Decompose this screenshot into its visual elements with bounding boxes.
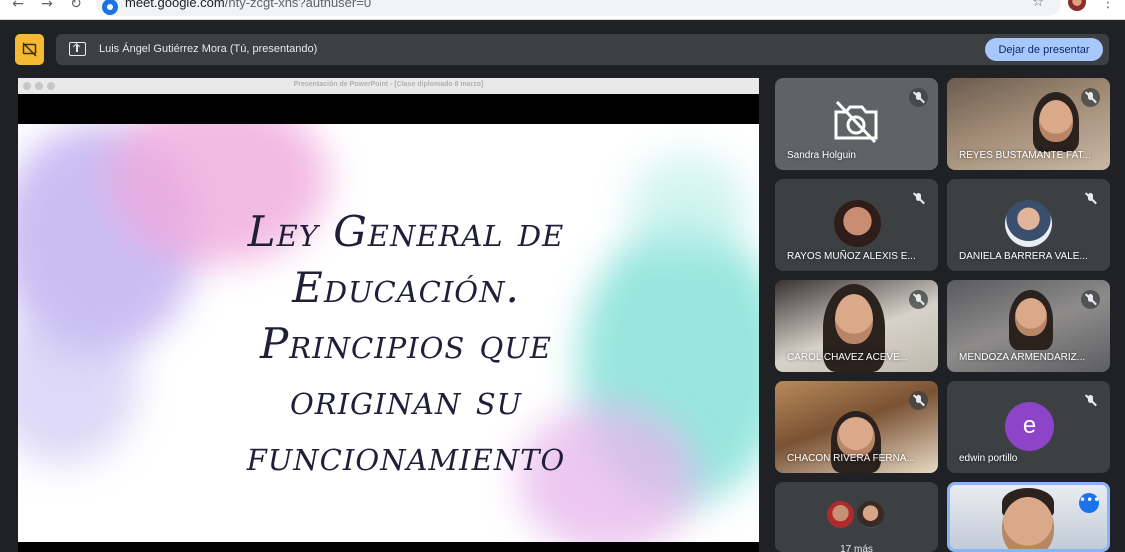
browser-menu-icon[interactable]: ⋮ xyxy=(1101,0,1115,10)
shared-screen: Presentación de PowerPoint - [Clase dipl… xyxy=(18,78,759,552)
avatar xyxy=(834,200,881,247)
participant-tile[interactable]: CHACON RIVERA FERNA... xyxy=(775,381,938,473)
muted-mic-icon xyxy=(1081,189,1100,208)
shared-window-titlebar: Presentación de PowerPoint - [Clase dipl… xyxy=(18,78,759,94)
muted-mic-icon xyxy=(1081,290,1100,309)
presenter-label: Luis Ángel Gutiérrez Mora (Tú, presentan… xyxy=(99,43,318,55)
participant-video xyxy=(837,417,875,457)
camera-off-icon xyxy=(834,100,878,144)
slide-title-line: funcionamiento xyxy=(246,431,566,480)
stop-share-screen-icon xyxy=(22,42,37,57)
participant-video xyxy=(1002,497,1054,549)
muted-mic-icon xyxy=(909,290,928,309)
participant-tile[interactable]: Sandra Holguin xyxy=(775,78,938,170)
participant-tile[interactable]: MENDOZA ARMENDARIZ... xyxy=(947,280,1110,372)
reload-icon[interactable]: ↻ xyxy=(66,0,86,14)
slide-title-line: Educación. xyxy=(292,263,520,312)
participant-tile[interactable]: DANIELA BARRERA VALE... xyxy=(947,179,1110,271)
participant-name: RAYOS MUÑOZ ALEXIS E... xyxy=(787,251,916,262)
back-icon[interactable]: ← xyxy=(8,0,28,14)
participant-tile[interactable]: REYES BUSTAMANTE FAT... xyxy=(947,78,1110,170)
participant-name: CHACON RIVERA FERNA... xyxy=(787,453,915,464)
shared-window-title: Presentación de PowerPoint - [Clase dipl… xyxy=(293,81,484,88)
url-host: meet.google.com xyxy=(125,0,225,10)
url-text[interactable]: meet.google.com/nty-zcgt-xhs?authuser=0 xyxy=(125,0,371,10)
participant-tile-active[interactable]: ••• xyxy=(947,482,1110,552)
muted-mic-icon xyxy=(909,88,928,107)
participant-name: edwin portillo xyxy=(959,453,1018,464)
muted-mic-icon xyxy=(909,391,928,410)
more-participants-count: 17 más xyxy=(840,544,873,552)
present-screen-icon xyxy=(69,42,86,56)
bookmark-star-icon[interactable]: ☆ xyxy=(1032,0,1044,9)
avatar: e xyxy=(1005,402,1054,451)
participant-video xyxy=(1015,298,1047,336)
muted-mic-icon xyxy=(1081,88,1100,107)
slide-title: Ley General de Educación. Principios que… xyxy=(196,204,616,484)
participant-video xyxy=(835,294,873,344)
presentation-slide: Ley General de Educación. Principios que… xyxy=(18,124,759,542)
more-participants-tile[interactable]: 17 más xyxy=(775,482,938,552)
browser-toolbar: ← → ↻ meet.google.com/nty-zcgt-xhs?authu… xyxy=(0,0,1125,20)
avatar xyxy=(1005,200,1052,247)
slide-title-line: originan su xyxy=(289,375,523,424)
slide-title-line: Principios que xyxy=(260,319,552,368)
presentation-status-button[interactable] xyxy=(15,34,44,65)
participant-name: Sandra Holguin xyxy=(787,150,856,161)
avatar xyxy=(855,499,886,530)
participant-name: DANIELA BARRERA VALE... xyxy=(959,251,1088,262)
avatar xyxy=(825,499,856,530)
presenting-banner: Luis Ángel Gutiérrez Mora (Tú, presentan… xyxy=(56,34,1109,65)
watercolor-blob xyxy=(628,154,748,264)
site-info-icon[interactable] xyxy=(102,0,118,15)
participant-tile[interactable]: CAROL CHAVEZ ACEVE... xyxy=(775,280,938,372)
participant-name: REYES BUSTAMANTE FAT... xyxy=(959,150,1091,161)
forward-icon[interactable]: → xyxy=(37,0,57,14)
profile-avatar-icon[interactable] xyxy=(1068,0,1086,11)
participant-tile[interactable]: e edwin portillo xyxy=(947,381,1110,473)
url-path: /nty-zcgt-xhs?authuser=0 xyxy=(224,0,372,10)
address-bar[interactable]: meet.google.com/nty-zcgt-xhs?authuser=0 … xyxy=(96,0,1061,16)
participant-video xyxy=(1039,100,1073,142)
participant-tile[interactable]: RAYOS MUÑOZ ALEXIS E... xyxy=(775,179,938,271)
muted-mic-icon xyxy=(1081,391,1100,410)
stop-presenting-button[interactable]: Dejar de presentar xyxy=(985,38,1103,61)
participant-name: CAROL CHAVEZ ACEVE... xyxy=(787,352,909,363)
more-options-icon[interactable]: ••• xyxy=(1079,493,1100,513)
slide-title-line: Ley General de xyxy=(247,207,565,256)
muted-mic-icon xyxy=(909,189,928,208)
participant-name: MENDOZA ARMENDARIZ... xyxy=(959,352,1086,363)
